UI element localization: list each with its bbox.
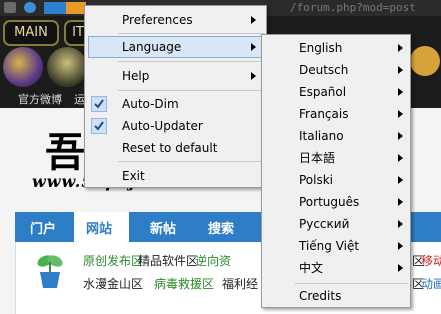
language-label: 日本語 [299,151,336,165]
tab-color-orange[interactable] [66,2,86,14]
language-submenu: English Deutsch Español Français Italian… [261,34,411,308]
language-item-chinese[interactable]: 中文 [262,257,410,279]
menu-separator [118,61,264,62]
avatar-2[interactable] [47,47,87,87]
forum-link-water[interactable]: 水漫金山区 [83,275,143,292]
menu-item-help[interactable]: Help [85,65,266,87]
menu-item-reset[interactable]: Reset to default [85,137,266,159]
language-label: Polski [299,173,334,187]
language-label: Français [299,107,349,121]
submenu-arrow-icon [398,44,403,52]
language-label: Português [299,195,360,209]
language-label: Tiếng Việt [299,239,360,253]
menu-item-preferences[interactable]: Preferences [85,9,266,31]
submenu-arrow-icon [398,176,403,184]
menu-separator [118,90,264,91]
submenu-arrow-icon [398,198,403,206]
submenu-arrow-icon [251,16,256,24]
nav-website[interactable]: 网站 [86,218,112,237]
submenu-arrow-icon [398,242,403,250]
tab-color-blue[interactable] [44,2,66,14]
language-item-italiano[interactable]: Italiano [262,125,410,147]
menu-separator [118,161,264,162]
site-logo[interactable]: 吾 [45,120,85,178]
language-item-deutsch[interactable]: Deutsch [262,59,410,81]
menu-separator [118,33,264,34]
language-label: 中文 [299,261,324,275]
forum-link-original[interactable]: 原创发布区 [83,252,143,269]
language-item-english[interactable]: English [262,37,410,59]
app-icon[interactable] [4,2,16,13]
nav-portal[interactable]: 门户 [30,218,56,237]
language-label: Italiano [299,129,344,143]
main-button[interactable]: MAIN [3,20,59,46]
menu-item-exit[interactable]: Exit [85,165,266,187]
menu-item-label: Help [122,69,150,83]
submenu-arrow-icon [251,43,256,51]
menu-item-auto-updater[interactable]: Auto-Updater [85,115,266,137]
menu-item-credits[interactable]: Credits [262,285,410,307]
submenu-arrow-icon [398,154,403,162]
language-item-espanol[interactable]: Español [262,81,410,103]
context-menu: Preferences Language Help Auto-Dim Auto-… [84,5,267,188]
submenu-arrow-icon [398,264,403,272]
forum-link-reverse[interactable]: 逆向资 [195,252,231,269]
avatar[interactable] [3,47,43,87]
menu-item-auto-dim[interactable]: Auto-Dim [85,93,266,115]
language-item-japanese[interactable]: 日本語 [262,147,410,169]
avatar-label: 官方微博 [18,93,62,106]
forum-link-software[interactable]: 精品软件区 [138,252,198,269]
menu-separator [295,283,408,284]
settings-icon[interactable] [24,2,36,13]
menu-item-label: Auto-Updater [122,119,203,133]
nav-new-posts[interactable]: 新帖 [150,218,176,237]
submenu-arrow-icon [398,220,403,228]
language-item-vietnamese[interactable]: Tiếng Việt [262,235,410,257]
menu-item-label: Exit [122,169,145,183]
submenu-arrow-icon [398,110,403,118]
submenu-arrow-icon [398,66,403,74]
language-label: English [299,41,343,55]
menu-item-label: Auto-Dim [122,97,179,111]
submenu-arrow-icon [251,72,256,80]
language-item-francais[interactable]: Français [262,103,410,125]
language-label: Русский [299,217,350,231]
menu-item-label: Reset to default [122,141,218,155]
forum-link-welfare[interactable]: 福利经 [222,275,258,292]
language-item-portugues[interactable]: Português [262,191,410,213]
menu-item-label: Preferences [122,13,193,27]
menu-item-label: Language [122,40,182,54]
submenu-arrow-icon [398,132,403,140]
checkmark-icon [91,96,107,112]
language-item-polski[interactable]: Polski [262,169,410,191]
credits-label: Credits [299,289,342,303]
menu-item-language[interactable]: Language [85,36,266,58]
submenu-arrow-icon [398,88,403,96]
language-item-russian[interactable]: Русский [262,213,410,235]
right-avatar[interactable] [410,46,440,76]
forum-link-virus[interactable]: 病毒救援区 [154,275,214,292]
forum-link-mobile[interactable]: 移动 [421,252,441,269]
plant-icon [37,255,63,288]
nav-search[interactable]: 搜索 [208,218,234,237]
checkmark-icon [91,118,107,134]
forum-link-animation[interactable]: 动画 [421,275,441,292]
language-label: Deutsch [299,63,349,77]
url-text: /forum.php?mod=post [290,1,416,14]
language-label: Español [299,85,347,99]
